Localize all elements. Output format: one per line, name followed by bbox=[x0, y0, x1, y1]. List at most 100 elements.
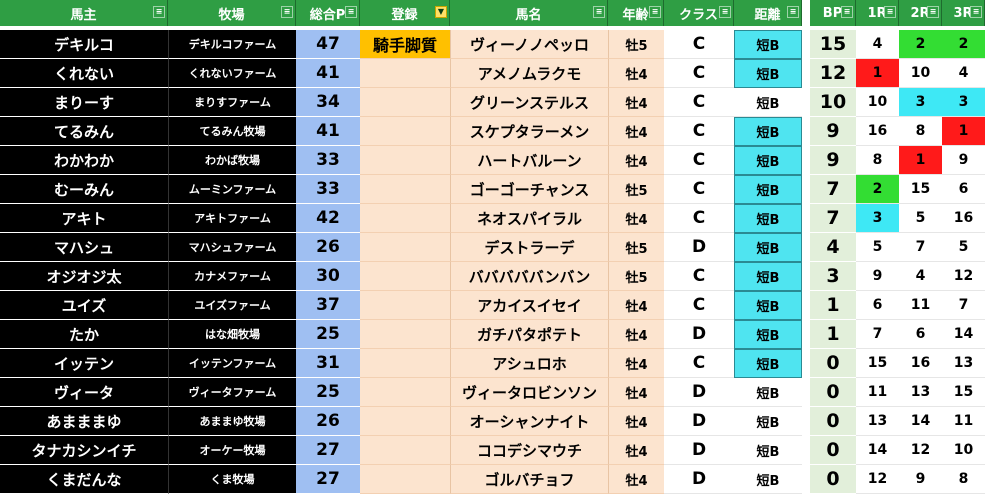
table-cell-total-points[interactable]: 41 bbox=[296, 59, 360, 88]
table-cell-class[interactable]: C bbox=[664, 291, 734, 320]
table-cell-distance[interactable]: 短B bbox=[734, 233, 802, 262]
table-cell-owner[interactable]: てるみん bbox=[0, 117, 168, 146]
table-cell-bp[interactable]: 9 bbox=[810, 146, 856, 175]
table-cell-class[interactable]: C bbox=[664, 117, 734, 146]
table-cell-bp[interactable]: 4 bbox=[810, 233, 856, 262]
table-cell-bp[interactable]: 7 bbox=[810, 175, 856, 204]
table-cell-registration[interactable] bbox=[360, 117, 450, 146]
table-cell-distance[interactable]: 短B bbox=[734, 349, 802, 378]
table-cell-race3[interactable]: 8 bbox=[942, 465, 985, 494]
table-cell-registration[interactable] bbox=[360, 436, 450, 465]
table-cell-total-points[interactable]: 47 bbox=[296, 30, 360, 59]
table-cell-registration[interactable] bbox=[360, 349, 450, 378]
table-cell-race3[interactable]: 10 bbox=[942, 436, 985, 465]
table-cell-farm[interactable]: はな畑牧場 bbox=[168, 320, 296, 349]
table-cell-race3[interactable]: 13 bbox=[942, 349, 985, 378]
table-cell-horse[interactable]: スケプタラーメン bbox=[450, 117, 608, 146]
table-cell-registration[interactable] bbox=[360, 175, 450, 204]
table-cell-distance[interactable]: 短B bbox=[734, 291, 802, 320]
table-cell-total-points[interactable]: 37 bbox=[296, 291, 360, 320]
table-cell-horse[interactable]: アメノムラクモ bbox=[450, 59, 608, 88]
table-cell-farm[interactable]: デキルコファーム bbox=[168, 30, 296, 59]
table-cell-class[interactable]: C bbox=[664, 262, 734, 291]
filter-dropdown-icon[interactable]: ≡ bbox=[927, 6, 939, 18]
table-cell-farm[interactable]: マハシュファーム bbox=[168, 233, 296, 262]
table-cell-owner[interactable]: ユイズ bbox=[0, 291, 168, 320]
table-cell-bp[interactable]: 7 bbox=[810, 204, 856, 233]
table-cell-race3[interactable]: 2 bbox=[942, 30, 985, 59]
table-cell-race2[interactable]: 16 bbox=[899, 349, 942, 378]
table-cell-race1[interactable]: 15 bbox=[856, 349, 899, 378]
table-cell-race1[interactable]: 10 bbox=[856, 88, 899, 117]
table-cell-race1[interactable]: 3 bbox=[856, 204, 899, 233]
table-cell-race1[interactable]: 16 bbox=[856, 117, 899, 146]
table-cell-class[interactable]: D bbox=[664, 465, 734, 494]
table-cell-race3[interactable]: 5 bbox=[942, 233, 985, 262]
table-cell-distance[interactable]: 短B bbox=[734, 378, 802, 407]
table-cell-total-points[interactable]: 30 bbox=[296, 262, 360, 291]
table-cell-age[interactable]: 牡5 bbox=[608, 233, 664, 262]
table-cell-farm[interactable]: カナメファーム bbox=[168, 262, 296, 291]
table-cell-total-points[interactable]: 41 bbox=[296, 117, 360, 146]
table-cell-horse[interactable]: ゴーゴーチャンス bbox=[450, 175, 608, 204]
table-cell-owner[interactable]: まりーす bbox=[0, 88, 168, 117]
table-cell-age[interactable]: 牡4 bbox=[608, 291, 664, 320]
table-cell-distance[interactable]: 短B bbox=[734, 407, 802, 436]
table-cell-registration[interactable] bbox=[360, 59, 450, 88]
table-cell-race3[interactable]: 14 bbox=[942, 320, 985, 349]
table-cell-distance[interactable]: 短B bbox=[734, 175, 802, 204]
table-cell-race3[interactable]: 1 bbox=[942, 117, 985, 146]
table-cell-farm[interactable]: オーケー牧場 bbox=[168, 436, 296, 465]
table-cell-race2[interactable]: 7 bbox=[899, 233, 942, 262]
table-cell-race3[interactable]: 9 bbox=[942, 146, 985, 175]
table-cell-race1[interactable]: 8 bbox=[856, 146, 899, 175]
table-cell-age[interactable]: 牡4 bbox=[608, 59, 664, 88]
table-cell-race1[interactable]: 9 bbox=[856, 262, 899, 291]
table-cell-race1[interactable]: 13 bbox=[856, 407, 899, 436]
table-cell-class[interactable]: C bbox=[664, 59, 734, 88]
table-cell-distance[interactable]: 短B bbox=[734, 146, 802, 175]
table-cell-owner[interactable]: ヴィータ bbox=[0, 378, 168, 407]
table-cell-bp[interactable]: 15 bbox=[810, 30, 856, 59]
table-cell-farm[interactable]: まりすファーム bbox=[168, 88, 296, 117]
table-cell-horse[interactable]: ガチパタポテト bbox=[450, 320, 608, 349]
table-cell-bp[interactable]: 0 bbox=[810, 349, 856, 378]
table-cell-race1[interactable]: 14 bbox=[856, 436, 899, 465]
table-cell-bp[interactable]: 1 bbox=[810, 320, 856, 349]
table-cell-registration[interactable] bbox=[360, 378, 450, 407]
table-cell-registration[interactable] bbox=[360, 465, 450, 494]
table-cell-total-points[interactable]: 25 bbox=[296, 320, 360, 349]
table-cell-race2[interactable]: 1 bbox=[899, 146, 942, 175]
table-cell-owner[interactable]: たか bbox=[0, 320, 168, 349]
table-cell-horse[interactable]: ゴルバチョフ bbox=[450, 465, 608, 494]
filter-dropdown-icon[interactable]: ≡ bbox=[970, 6, 982, 18]
table-cell-farm[interactable]: てるみん牧場 bbox=[168, 117, 296, 146]
table-cell-registration[interactable] bbox=[360, 262, 450, 291]
table-cell-race3[interactable]: 15 bbox=[942, 378, 985, 407]
table-cell-race2[interactable]: 8 bbox=[899, 117, 942, 146]
table-cell-horse[interactable]: オーシャンナイト bbox=[450, 407, 608, 436]
filter-dropdown-icon[interactable]: ≡ bbox=[649, 6, 661, 18]
table-cell-horse[interactable]: グリーンステルス bbox=[450, 88, 608, 117]
table-cell-farm[interactable]: イッテンファーム bbox=[168, 349, 296, 378]
table-cell-class[interactable]: D bbox=[664, 407, 734, 436]
table-cell-age[interactable]: 牡4 bbox=[608, 88, 664, 117]
table-cell-registration[interactable] bbox=[360, 291, 450, 320]
table-cell-registration[interactable] bbox=[360, 146, 450, 175]
table-cell-race2[interactable]: 10 bbox=[899, 59, 942, 88]
table-cell-horse[interactable]: バババババンバン bbox=[450, 262, 608, 291]
table-cell-bp[interactable]: 0 bbox=[810, 465, 856, 494]
filter-dropdown-icon[interactable]: ≡ bbox=[281, 6, 293, 18]
filter-dropdown-icon[interactable]: ≡ bbox=[841, 6, 853, 18]
table-cell-race2[interactable]: 4 bbox=[899, 262, 942, 291]
table-cell-farm[interactable]: くれないファーム bbox=[168, 59, 296, 88]
table-cell-total-points[interactable]: 34 bbox=[296, 88, 360, 117]
table-cell-class[interactable]: D bbox=[664, 233, 734, 262]
table-cell-distance[interactable]: 短B bbox=[734, 465, 802, 494]
table-cell-registration[interactable] bbox=[360, 233, 450, 262]
table-cell-horse[interactable]: ネオスパイラル bbox=[450, 204, 608, 233]
table-cell-age[interactable]: 牡4 bbox=[608, 349, 664, 378]
table-cell-owner[interactable]: あまままゆ bbox=[0, 407, 168, 436]
table-cell-race2[interactable]: 5 bbox=[899, 204, 942, 233]
table-cell-registration[interactable] bbox=[360, 88, 450, 117]
